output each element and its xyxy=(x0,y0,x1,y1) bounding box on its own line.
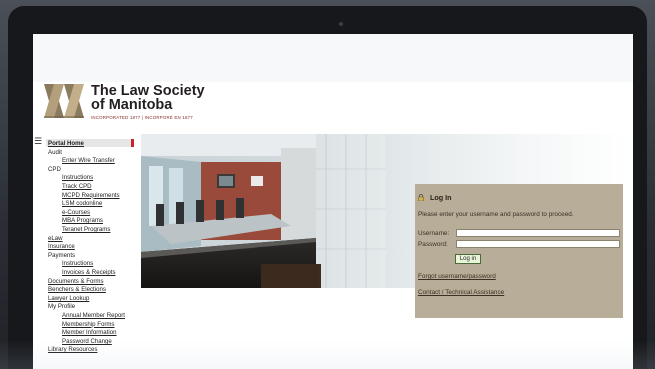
hamburger-menu-icon[interactable]: ☰ xyxy=(34,138,42,147)
sidebar-item-portal-home[interactable]: Portal Home xyxy=(48,140,84,147)
site-title-line-1: The Law Society xyxy=(91,83,205,99)
password-label: Password: xyxy=(418,241,448,248)
username-label: Username: xyxy=(418,230,450,237)
sidebar-item-cpd: CPD xyxy=(48,165,61,173)
sidebar-item-invoices-receipts[interactable]: Invoices & Receipts xyxy=(62,269,116,276)
desk-reflection xyxy=(0,340,655,369)
lock-icon xyxy=(418,194,424,201)
sidebar-item-mcpd-requirements[interactable]: MCPD Requirements xyxy=(62,192,120,199)
sidebar-nav: Portal Home Audit Enter Wire Transfer CPD In… xyxy=(46,139,134,363)
sidebar-item-my-profile: My Profile xyxy=(48,303,76,311)
sidebar-item-instructions[interactable]: Instructions xyxy=(62,260,93,267)
law-society-logo-icon xyxy=(44,84,84,118)
sidebar-item-lawyer-lookup[interactable]: Lawyer Lookup xyxy=(48,295,89,302)
username-input[interactable] xyxy=(456,229,620,237)
sidebar-item-audit: Audit xyxy=(48,148,62,156)
sidebar-item-teranet-programs[interactable]: Teranet Programs xyxy=(62,226,110,233)
top-band xyxy=(33,34,633,82)
login-panel: Log In Please enter your username and pa… xyxy=(415,184,623,318)
sidebar-item-enter-wire-transfer[interactable]: Enter Wire Transfer xyxy=(62,157,115,164)
sidebar-item-member-information[interactable]: Member Information xyxy=(62,329,117,336)
browser-viewport: The Law Society of Manitoba INCORPORATED… xyxy=(33,34,633,369)
site-title: The Law Society of Manitoba xyxy=(91,83,291,113)
password-input[interactable] xyxy=(456,240,620,248)
sidebar-item-instructions[interactable]: Instructions xyxy=(62,174,93,181)
webcam-icon xyxy=(339,22,343,26)
login-title: Log In xyxy=(430,193,452,202)
forgot-password-link[interactable]: Forgot username/password xyxy=(418,273,496,280)
sidebar-item-mba-programs[interactable]: MBA Programs xyxy=(62,217,103,224)
sidebar-item-elaw[interactable]: eLaw xyxy=(48,235,63,242)
site-subtitle: INCORPORATED 1877 | INCORPORÉ EN 1877 xyxy=(91,115,193,120)
sidebar-item-membership-forms[interactable]: Membership Forms xyxy=(62,321,114,328)
sidebar-item-documents-forms[interactable]: Documents & Forms xyxy=(48,278,104,285)
sidebar-item-payments: Payments xyxy=(48,251,76,259)
sidebar-item-insurance[interactable]: Insurance xyxy=(48,243,75,250)
login-instructions: Please enter your username and password … xyxy=(418,211,574,218)
sidebar-item-benchers-elections[interactable]: Benchers & Elections xyxy=(48,286,106,293)
sidebar-item-annual-member-report[interactable]: Annual Member Report xyxy=(62,312,125,319)
login-button[interactable]: Log in xyxy=(455,254,481,264)
contact-support-link[interactable]: Contact / Technical Assistance xyxy=(418,289,504,296)
site-title-line-2: of Manitoba xyxy=(91,97,173,113)
sidebar-item-track-cpd[interactable]: Track CPD xyxy=(62,183,92,190)
sidebar-item-lsm-codonline[interactable]: LSM codonline xyxy=(62,200,102,207)
sidebar-item-e-courses[interactable]: e-Courses xyxy=(62,209,90,216)
